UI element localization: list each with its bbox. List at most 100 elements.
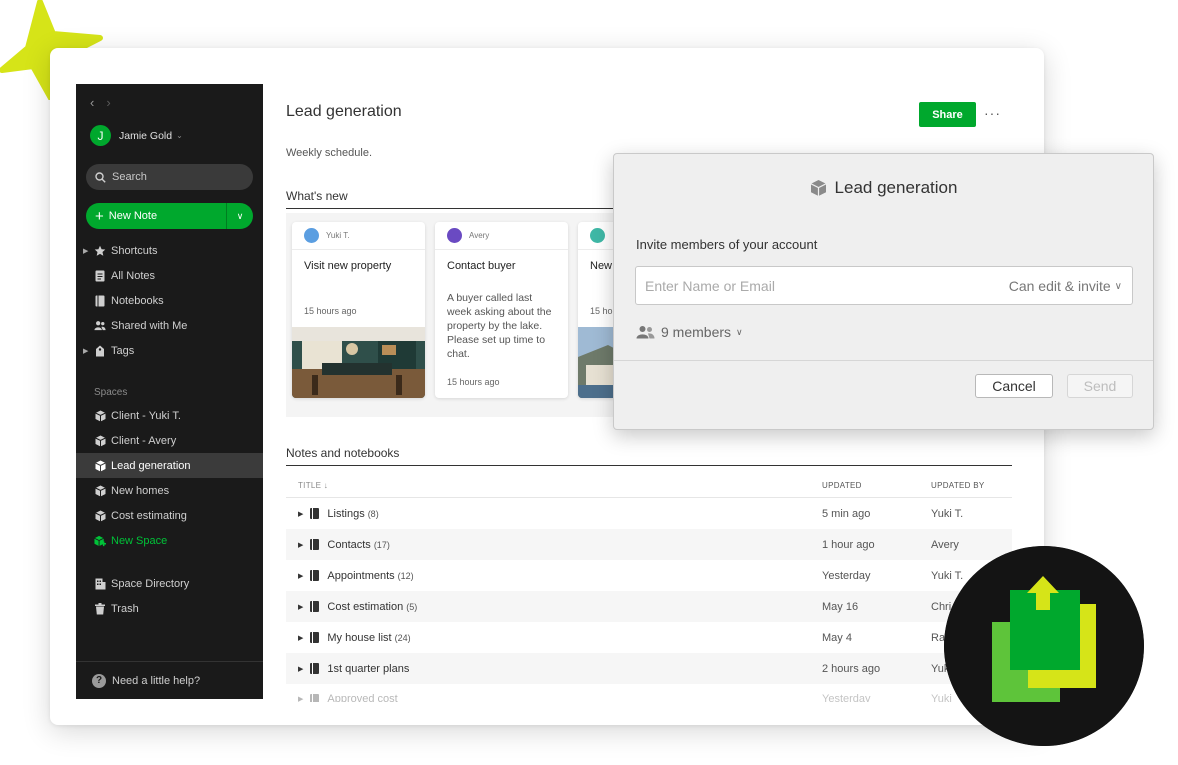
share-notes-badge-icon: [944, 546, 1144, 746]
row-updated: 1 hour ago: [822, 538, 875, 551]
card-body: A buyer called last week asking about th…: [447, 292, 552, 360]
notebook-icon: [310, 601, 320, 612]
sidebar-item-label: Shortcuts: [111, 244, 158, 257]
sidebar-item-space-active[interactable]: Lead generation: [76, 453, 263, 478]
interior-photo-thumbnail: [292, 327, 425, 398]
new-note-options-button[interactable]: ∨: [226, 203, 253, 229]
notebook-icon: [310, 570, 320, 581]
table-row[interactable]: ▶ Listings (8) 5 min ago Yuki T.: [286, 498, 1012, 529]
sidebar-item-label: Client - Avery: [111, 434, 177, 447]
row-updated: 5 min ago: [822, 507, 871, 520]
notebook-icon: [94, 295, 106, 307]
people-icon: [636, 326, 655, 339]
column-updated[interactable]: UPDATED: [822, 481, 931, 490]
expand-caret-icon[interactable]: ▶: [298, 572, 303, 580]
sidebar-item-space[interactable]: Client - Yuki T.: [76, 403, 263, 428]
row-updated-by: Avery: [931, 538, 959, 551]
card-author: Avery: [469, 231, 490, 240]
notebook-icon: [310, 632, 320, 643]
expand-caret-icon[interactable]: ▶: [83, 347, 88, 355]
sidebar-item-label: Client - Yuki T.: [111, 409, 181, 422]
notebook-icon: [310, 693, 320, 702]
table-row[interactable]: ▶ Approved cost Yesterday Yuki: [286, 684, 1012, 702]
expand-caret-icon[interactable]: ▶: [298, 634, 303, 642]
invite-label: Invite members of your account: [636, 237, 818, 252]
forward-arrow-icon[interactable]: ›: [106, 95, 110, 110]
sidebar-item-space[interactable]: Client - Avery: [76, 428, 263, 453]
sidebar-item-label: Shared with Me: [111, 319, 188, 332]
expand-caret-icon[interactable]: ▶: [298, 603, 303, 611]
building-icon: [94, 578, 106, 590]
sidebar-item-all-notes[interactable]: All Notes: [76, 263, 263, 288]
plus-icon: +: [95, 207, 104, 225]
expand-caret-icon[interactable]: ▶: [298, 695, 303, 702]
table-row[interactable]: ▶ Contacts (17) 1 hour ago Avery: [286, 529, 1012, 560]
expand-caret-icon[interactable]: ▶: [83, 247, 88, 255]
user-name: Jamie Gold: [119, 129, 173, 142]
sidebar-item-label: Trash: [111, 602, 139, 615]
row-updated: 2 hours ago: [822, 662, 881, 675]
note-card[interactable]: Avery Contact buyer A buyer called last …: [435, 222, 568, 398]
sidebar-item-trash[interactable]: Trash: [76, 596, 263, 621]
share-dialog: Lead generation Invite members of your a…: [613, 153, 1154, 430]
notes-heading: Notes and notebooks: [286, 446, 1012, 466]
table-row[interactable]: ▶ 1st quarter plans 2 hours ago Yuk: [286, 653, 1012, 684]
back-arrow-icon[interactable]: ‹: [90, 95, 94, 110]
sidebar-item-shared-with-me[interactable]: Shared with Me: [76, 313, 263, 338]
share-button[interactable]: Share: [919, 102, 976, 127]
sidebar-item-tags[interactable]: ▶ Tags: [76, 338, 263, 363]
sidebar-item-shortcuts[interactable]: ▶ Shortcuts: [76, 238, 263, 263]
permission-dropdown[interactable]: Can edit & invite ∨: [1009, 278, 1122, 294]
account-switcher[interactable]: J Jamie Gold ⌄: [90, 125, 183, 146]
table-row[interactable]: ▶ My house list (24) May 4 Ra: [286, 622, 1012, 653]
author-avatar: [304, 228, 319, 243]
sidebar-item-label: Notebooks: [111, 294, 164, 307]
expand-caret-icon[interactable]: ▶: [298, 665, 303, 673]
sidebar-item-space[interactable]: New homes: [76, 478, 263, 503]
expand-caret-icon[interactable]: ▶: [298, 541, 303, 549]
more-options-button[interactable]: ···: [984, 105, 1001, 121]
trash-icon: [94, 602, 106, 615]
sidebar-item-space[interactable]: Cost estimating: [76, 503, 263, 528]
column-updated-by[interactable]: UPDATED BY: [931, 481, 1012, 490]
members-count: 9 members: [661, 324, 732, 340]
star-icon: [94, 245, 106, 257]
row-updated-by: Yuki T.: [931, 507, 964, 520]
row-updated: Yesterday: [822, 569, 871, 582]
new-note-button[interactable]: + New Note ∨: [86, 203, 253, 229]
new-space-button[interactable]: New Space: [76, 528, 263, 553]
row-updated: May 16: [822, 600, 859, 613]
sidebar-item-space-directory[interactable]: Space Directory: [76, 571, 263, 596]
author-avatar: [447, 228, 462, 243]
cube-icon: [810, 180, 826, 196]
row-title: Cost estimation: [327, 600, 404, 613]
search-input[interactable]: Search: [86, 164, 253, 190]
card-author: Yuki T.: [326, 231, 350, 240]
invite-field: Can edit & invite ∨: [635, 266, 1133, 305]
chevron-down-icon: ∨: [236, 210, 244, 221]
sidebar-item-notebooks[interactable]: Notebooks: [76, 288, 263, 313]
cube-icon: [94, 485, 106, 497]
table-row[interactable]: ▶ Appointments (12) Yesterday Yuki T.: [286, 560, 1012, 591]
row-count: (12): [397, 570, 414, 581]
expand-caret-icon[interactable]: ▶: [298, 510, 303, 518]
avatar: J: [90, 125, 111, 146]
row-count: (24): [394, 632, 411, 643]
row-title: Appointments: [327, 569, 395, 582]
cancel-button[interactable]: Cancel: [975, 374, 1053, 398]
space-description[interactable]: Weekly schedule.: [286, 147, 372, 159]
invite-email-input[interactable]: [636, 267, 976, 304]
members-toggle[interactable]: 9 members ∨: [636, 324, 743, 340]
note-card[interactable]: Yuki T. Visit new property 15 hours ago: [292, 222, 425, 398]
cube-icon: [94, 435, 106, 447]
row-count: (8): [367, 508, 379, 519]
chevron-down-icon: ∨: [1114, 280, 1122, 292]
sidebar-item-label: Space Directory: [111, 577, 190, 590]
sidebar: ‹ › J Jamie Gold ⌄ Search + New Note ∨ ▶ …: [76, 84, 263, 699]
table-row[interactable]: ▶ Cost estimation (5) May 16 Chri: [286, 591, 1012, 622]
author-avatar: [590, 228, 605, 243]
help-link[interactable]: ? Need a little help?: [76, 661, 263, 699]
column-title[interactable]: TITLE ↓: [286, 481, 822, 490]
send-button[interactable]: Send: [1067, 374, 1133, 398]
notebook-icon: [310, 539, 320, 550]
